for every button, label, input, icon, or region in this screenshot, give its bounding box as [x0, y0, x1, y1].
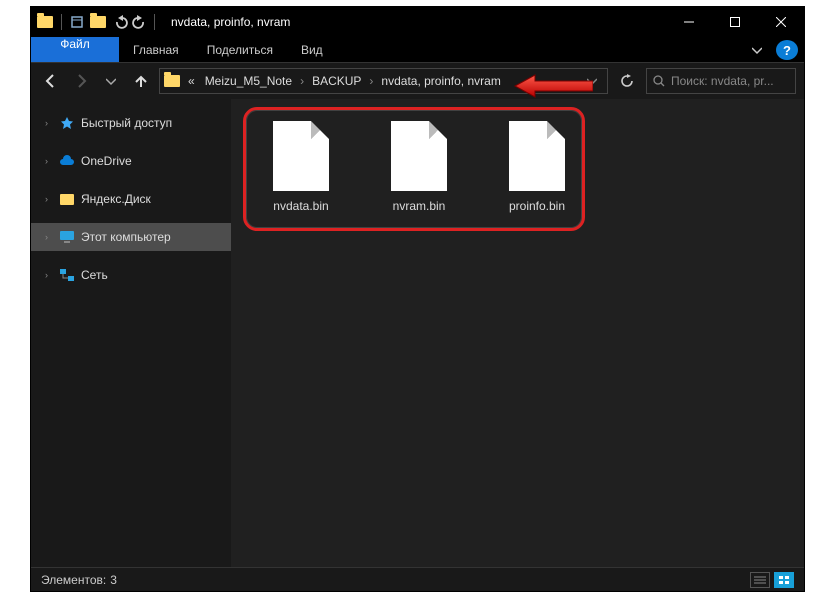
chevron-right-icon[interactable]: › — [45, 118, 53, 128]
sidebar-item-label: Быстрый доступ — [81, 116, 172, 130]
chevron-right-icon[interactable]: › — [45, 156, 53, 166]
search-placeholder: Поиск: nvdata, pr... — [671, 74, 774, 88]
folder-icon — [164, 75, 180, 87]
sidebar-item-label: Яндекс.Диск — [81, 192, 151, 206]
ribbon-expand-icon[interactable] — [744, 37, 770, 62]
ribbon-tabs: Файл Главная Поделиться Вид ? — [31, 37, 804, 63]
status-items-count: 3 — [110, 573, 117, 587]
titlebar: nvdata, proinfo, nvram — [31, 7, 804, 37]
sidebar-item-label: Этот компьютер — [81, 230, 171, 244]
minimize-button[interactable] — [666, 7, 712, 37]
breadcrumb[interactable]: « Meizu_M5_Note › BACKUP › nvdata, proin… — [159, 68, 608, 94]
file-name: nvdata.bin — [273, 199, 328, 213]
search-input[interactable]: Поиск: nvdata, pr... — [646, 68, 796, 94]
close-button[interactable] — [758, 7, 804, 37]
file-item[interactable]: nvram.bin — [375, 121, 463, 213]
chevron-right-icon[interactable]: › — [45, 232, 53, 242]
sidebar-item-yandexdisk[interactable]: › Яндекс.Диск — [31, 185, 231, 213]
refresh-button[interactable] — [614, 68, 640, 94]
annotation-arrow-icon — [513, 73, 593, 99]
file-name: proinfo.bin — [509, 199, 565, 213]
maximize-button[interactable] — [712, 7, 758, 37]
status-bar: Элементов: 3 — [31, 567, 804, 591]
view-largeicons-button[interactable] — [774, 572, 794, 588]
tab-view[interactable]: Вид — [287, 37, 337, 62]
file-name: nvram.bin — [393, 199, 446, 213]
cloud-icon — [59, 153, 75, 169]
breadcrumb-crumb[interactable]: Meizu_M5_Note — [201, 74, 296, 88]
network-icon — [59, 267, 75, 283]
window-title: nvdata, proinfo, nvram — [171, 15, 290, 29]
tab-file[interactable]: Файл — [31, 37, 119, 62]
view-details-button[interactable] — [750, 572, 770, 588]
file-list[interactable]: nvdata.bin nvram.bin proinfo.bin — [231, 99, 804, 567]
sidebar-item-label: Сеть — [81, 268, 108, 282]
sidebar-item-network[interactable]: › Сеть — [31, 261, 231, 289]
breadcrumb-crumb[interactable]: BACKUP — [308, 74, 365, 88]
sidebar-item-onedrive[interactable]: › OneDrive — [31, 147, 231, 175]
qat — [31, 14, 161, 30]
breadcrumb-prefix: « — [184, 74, 199, 88]
search-icon — [653, 75, 665, 87]
nav-up-button[interactable] — [129, 69, 153, 93]
monitor-icon — [59, 229, 75, 245]
file-icon — [273, 121, 329, 191]
sidebar-item-quickaccess[interactable]: › Быстрый доступ — [31, 109, 231, 137]
chevron-right-icon[interactable]: › — [45, 270, 53, 280]
qat-properties-icon[interactable] — [70, 15, 84, 29]
qat-newfolder-icon[interactable] — [90, 16, 106, 28]
nav-back-button[interactable] — [39, 69, 63, 93]
chevron-right-icon[interactable]: › — [367, 74, 375, 88]
address-bar: « Meizu_M5_Note › BACKUP › nvdata, proin… — [31, 63, 804, 99]
breadcrumb-crumb[interactable]: nvdata, proinfo, nvram — [377, 74, 504, 88]
disk-icon — [59, 191, 75, 207]
file-item[interactable]: nvdata.bin — [257, 121, 345, 213]
tab-share[interactable]: Поделиться — [193, 37, 287, 62]
status-items-label: Элементов: — [41, 573, 106, 587]
file-icon — [391, 121, 447, 191]
file-icon — [509, 121, 565, 191]
explorer-window: nvdata, proinfo, nvram Файл Главная Поде… — [30, 6, 805, 592]
nav-pane: › Быстрый доступ › OneDrive › Яндекс.Дис… — [31, 99, 231, 567]
qat-undo-icon[interactable] — [114, 15, 128, 29]
file-item[interactable]: proinfo.bin — [493, 121, 581, 213]
nav-forward-button[interactable] — [69, 69, 93, 93]
qat-redo-icon[interactable] — [132, 15, 146, 29]
star-icon — [59, 115, 75, 131]
tab-home[interactable]: Главная — [119, 37, 193, 62]
chevron-right-icon[interactable]: › — [298, 74, 306, 88]
sidebar-item-thispc[interactable]: › Этот компьютер — [31, 223, 231, 251]
chevron-right-icon[interactable]: › — [45, 194, 53, 204]
nav-recent-dropdown[interactable] — [99, 69, 123, 93]
sidebar-item-label: OneDrive — [81, 154, 132, 168]
app-icon — [37, 16, 53, 28]
help-icon[interactable]: ? — [776, 40, 798, 60]
